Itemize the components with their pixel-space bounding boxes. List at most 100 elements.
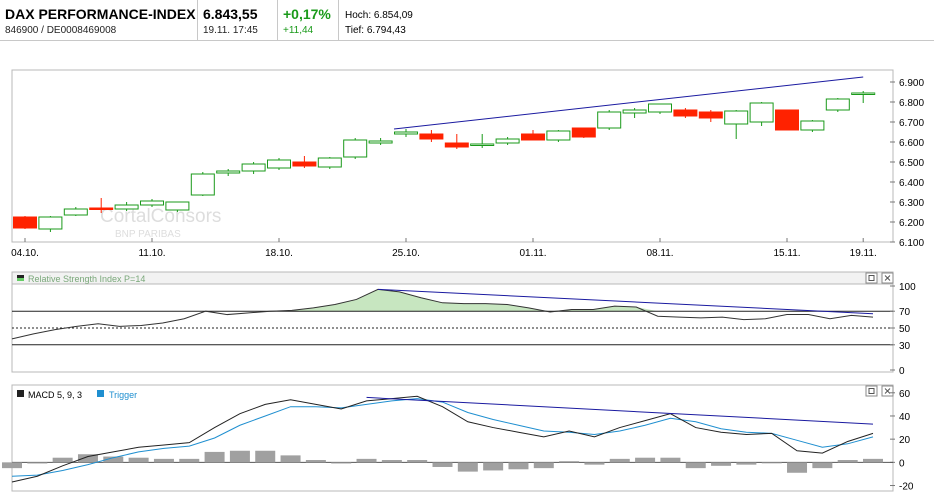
x-tick-label: 18.10. — [265, 248, 293, 259]
candle-body — [546, 130, 571, 141]
indicator-icon-top — [17, 275, 24, 278]
candle-body — [13, 216, 37, 229]
candle — [190, 172, 215, 196]
y-tick-label: 6.800 — [899, 98, 924, 109]
candle-body — [267, 159, 291, 169]
price-datetime: 19.11. 17:45 — [203, 25, 258, 36]
y-tick-label: 6.600 — [899, 138, 924, 149]
price-panel: CortalConsorsBNP PARIBAS6.9006.8006.7006… — [11, 69, 924, 259]
rsi-restore-button[interactable] — [865, 272, 878, 284]
macd-y-tick-label: -20 — [899, 482, 914, 493]
candle-body — [292, 161, 317, 167]
y-tick-label: 6.400 — [899, 178, 924, 189]
candle — [673, 108, 698, 118]
change-absolute: +11,44 — [283, 25, 314, 36]
candle-body — [190, 173, 215, 196]
macd-histogram-bar — [736, 462, 757, 465]
candle-body — [241, 163, 266, 172]
price-cell: 6.843,55 19.11. 17:45 — [198, 0, 278, 40]
candle-body — [368, 140, 393, 144]
candle-body — [216, 170, 241, 174]
macd-close-button[interactable] — [881, 385, 894, 397]
candle — [571, 127, 596, 138]
day-low: Tief: 6.794,43 — [345, 25, 406, 36]
candle — [800, 120, 825, 132]
x-tick-label: 15.11. — [773, 248, 800, 259]
macd-histogram-bar — [457, 462, 478, 472]
macd-histogram-bar — [761, 462, 782, 464]
macd-restore-button-frame — [865, 385, 878, 397]
instrument-id: 846900 / DE0008469008 — [5, 25, 117, 36]
macd-histogram-bar — [685, 462, 706, 469]
y-tick-label: 6.500 — [899, 158, 924, 169]
candle — [749, 102, 774, 126]
candle — [648, 103, 672, 114]
candle-body — [851, 92, 876, 95]
macd-histogram-bar — [533, 462, 554, 469]
rsi-close-button[interactable] — [881, 272, 894, 284]
candle — [343, 138, 368, 159]
macd-histogram-bar — [27, 462, 48, 464]
candle-body — [698, 111, 723, 119]
candle-body — [724, 110, 749, 125]
quote-header: DAX PERFORMANCE-INDEX 846900 / DE0008469… — [0, 0, 934, 41]
candle-body — [800, 120, 825, 131]
candle-body — [622, 109, 647, 114]
y-tick-label: 6.300 — [899, 198, 924, 209]
indicator-icon — [17, 275, 24, 281]
macd-y-tick-label: 0 — [899, 458, 905, 469]
high-low-cell: Hoch: 6.854,09 Tief: 6.794,43 — [339, 0, 459, 40]
rsi-y-tick-label: 0 — [899, 366, 905, 377]
macd-histogram-bar — [483, 462, 504, 471]
rsi-y-tick-label: 70 — [899, 307, 911, 318]
macd-restore-button[interactable] — [865, 385, 878, 397]
candle-body — [114, 204, 139, 210]
x-tick-label: 04.10. — [11, 248, 39, 259]
candle-body — [521, 133, 545, 141]
candle-body — [571, 127, 596, 138]
macd-y-tick-label: 40 — [899, 412, 911, 423]
macd-histogram-bar — [204, 451, 225, 463]
trigger-legend-label: Trigger — [109, 390, 137, 400]
candle-body — [38, 216, 63, 230]
charts-svg: CortalConsorsBNP PARIBAS6.9006.8006.7006… — [2, 69, 924, 493]
rsi-y-tick-label: 50 — [899, 324, 911, 335]
candle-body — [495, 138, 520, 144]
rsi-y-tick-label: 100 — [899, 282, 916, 293]
macd-y-tick-label: 20 — [899, 435, 911, 446]
macd-histogram-bar — [255, 450, 276, 463]
macd-legend-label: MACD 5, 9, 3 — [28, 390, 82, 400]
macd-histogram-bar — [280, 455, 301, 463]
candle-body — [597, 111, 622, 129]
candle-body — [140, 200, 164, 206]
macd-histogram-bar — [52, 457, 73, 463]
macd-histogram-bar — [559, 461, 580, 463]
macd-histogram-bar — [432, 462, 453, 467]
candle-body — [749, 102, 774, 123]
candle — [597, 110, 622, 130]
macd-histogram-bar — [153, 458, 174, 463]
candle-body — [648, 103, 672, 113]
candle-body — [470, 143, 495, 146]
candle-body — [89, 207, 114, 210]
macd-histogram-bar — [660, 457, 681, 463]
change-percent: +0,17% — [283, 6, 331, 22]
x-tick-label: 11.10. — [138, 248, 165, 259]
candle-body — [394, 131, 418, 135]
rsi-title: Relative Strength Index P=14 — [28, 274, 145, 284]
rsi-panel: Relative Strength Index P=14 100 70 50 30 0 — [11, 271, 916, 377]
candle — [546, 130, 571, 142]
macd-frame — [11, 384, 894, 492]
candle — [775, 109, 799, 131]
macd-histogram-bar — [356, 458, 377, 463]
trigger-legend-swatch — [97, 390, 104, 397]
candle — [317, 157, 342, 169]
macd-histogram-bar — [609, 458, 630, 463]
candle — [825, 98, 850, 112]
candle — [267, 158, 291, 170]
macd-histogram-bar — [407, 460, 428, 463]
day-high: Hoch: 6.854,09 — [345, 10, 413, 21]
x-tick-label: 08.11. — [646, 248, 673, 259]
candle-body — [419, 133, 444, 140]
candle-body — [444, 142, 469, 148]
